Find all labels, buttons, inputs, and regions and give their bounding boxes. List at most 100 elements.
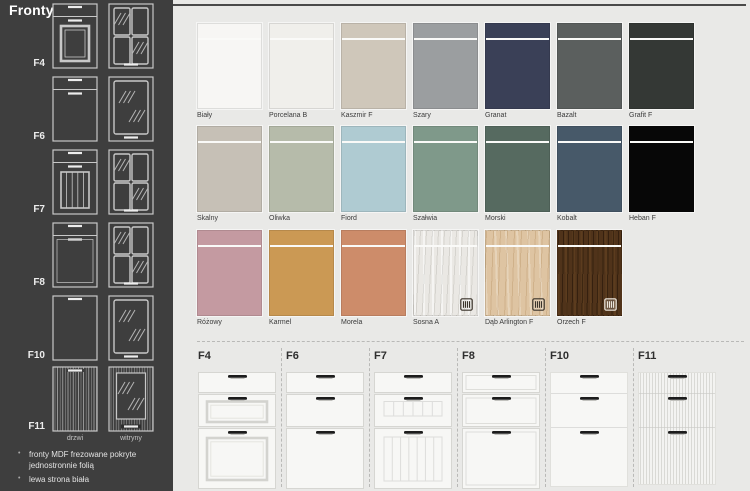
swatch-bazalt: Bazalt [557, 23, 622, 119]
swatch-name: Fiord [341, 215, 406, 222]
swatch-name: Karmel [269, 319, 334, 326]
swatch-grafit-f: Grafit F [629, 23, 694, 119]
drawer-gap-line [558, 141, 621, 143]
swatch-name: Kobalt [557, 215, 622, 222]
column-divider-dashed [457, 348, 458, 487]
front-code-label: F11 [0, 421, 45, 432]
front-color-sample [197, 230, 262, 316]
drawer-gap-line [630, 141, 693, 143]
front-color-sample [341, 126, 406, 212]
front-color-sample [485, 126, 550, 212]
front-sketch-row-f4: F4 [0, 3, 173, 70]
front-color-sample [269, 230, 334, 316]
swatch-name: Dąb Arlington F [485, 319, 550, 326]
swatch-fiord: Fiord [341, 126, 406, 222]
drawer-stack-drawing [550, 372, 628, 489]
swatch-oliwka: Oliwka [269, 126, 334, 222]
drawer-gap-line [630, 38, 693, 40]
drawer-stack-drawing [198, 372, 276, 489]
swatch-name: Sosna A [413, 319, 478, 326]
front-style-label: F10 [550, 350, 628, 362]
swatch-dab-arlington-f: Dąb Arlington F [485, 230, 550, 326]
front-code-label: F10 [0, 350, 45, 361]
section-divider-dashed [197, 341, 744, 342]
swatch-bia-y: Biały [197, 23, 262, 119]
drawer-gap-line [270, 141, 333, 143]
swatch-name: Szałwia [413, 215, 478, 222]
front-style-label: F8 [462, 350, 540, 362]
swatch-name: Grafit F [629, 112, 694, 119]
glass-door-sketch-icon [108, 3, 154, 69]
door-sketch-icon [52, 149, 98, 215]
wood-grain-direction-icon [604, 298, 617, 311]
glass-column-label: witryny [108, 435, 154, 442]
door-sketch-icon [52, 366, 98, 432]
swatch-name: Biały [197, 112, 262, 119]
catalog-page: Fronty F4F6F7F8F10F11 drzwi witryny fron… [0, 0, 750, 491]
swatch-orzech-f: Orzech F [557, 230, 622, 326]
front-style-f7: F7 [374, 350, 452, 362]
glass-door-sketch-icon [108, 222, 154, 288]
front-color-sample [629, 23, 694, 109]
drawer-gap-line [558, 245, 621, 247]
swatch-row-1: BiałyPorcelana BKaszmir FSzaryGranatBaza… [197, 23, 694, 119]
drawer-gap-line [270, 38, 333, 40]
front-color-sample [485, 23, 550, 109]
column-divider-dashed [545, 348, 546, 487]
front-code-label: F7 [0, 204, 45, 215]
wood-grain-direction-icon [460, 298, 473, 311]
front-style-f6: F6 [286, 350, 364, 362]
swatch-morski: Morski [485, 126, 550, 222]
drawer-gap-line [198, 141, 261, 143]
front-sketch-row-f10: F10 [0, 295, 173, 362]
wood-grain-direction-icon [532, 298, 545, 311]
swatch-szary: Szary [413, 23, 478, 119]
front-color-sample [341, 23, 406, 109]
drawer-gap-line [414, 141, 477, 143]
swatch-name: Oliwka [269, 215, 334, 222]
swatch-name: Heban F [629, 215, 694, 222]
front-color-sample [269, 23, 334, 109]
front-sketch-row-f11: F11 [0, 366, 173, 433]
front-color-sample [629, 126, 694, 212]
front-color-sample [557, 230, 622, 316]
column-divider-dashed [633, 348, 634, 487]
swatch-name: Skalny [197, 215, 262, 222]
door-sketch-icon [52, 295, 98, 361]
front-color-sample [413, 23, 478, 109]
drawer-gap-line [342, 245, 405, 247]
swatch-name: Porcelana B [269, 112, 334, 119]
glass-door-sketch-icon [108, 76, 154, 142]
swatch-skalny: Skalny [197, 126, 262, 222]
front-note: lewa strona biała [16, 474, 146, 485]
swatch-name: Kaszmir F [341, 112, 406, 119]
drawer-gap-line [342, 38, 405, 40]
door-sketch-icon [52, 222, 98, 288]
doors-column-label: drzwi [52, 435, 98, 442]
swatch-name: Różowy [197, 319, 262, 326]
drawer-gap-line [414, 245, 477, 247]
drawer-gap-line [558, 38, 621, 40]
front-color-sample [557, 126, 622, 212]
swatch-name: Morski [485, 215, 550, 222]
front-color-sample [269, 126, 334, 212]
front-color-sample [557, 23, 622, 109]
column-divider-dashed [281, 348, 282, 487]
front-sketch-row-f7: F7 [0, 149, 173, 216]
swatch-name: Morela [341, 319, 406, 326]
door-sketch-icon [52, 3, 98, 69]
front-style-label: F7 [374, 350, 452, 362]
glass-door-sketch-icon [108, 149, 154, 215]
swatch-name: Orzech F [557, 319, 622, 326]
swatch-name: Szary [413, 112, 478, 119]
drawer-gap-line [342, 141, 405, 143]
swatch-heban-f: Heban F [629, 126, 694, 222]
front-color-sample [341, 230, 406, 316]
drawer-stack-drawing [374, 372, 452, 489]
swatch-porcelana-b: Porcelana B [269, 23, 334, 119]
drawer-gap-line [414, 38, 477, 40]
front-style-f10: F10 [550, 350, 628, 362]
drawer-gap-line [198, 38, 261, 40]
front-color-sample [197, 126, 262, 212]
swatch-row-3: Różowy Karmel Morela Sosna A Dąb Arlington F… [197, 230, 622, 326]
